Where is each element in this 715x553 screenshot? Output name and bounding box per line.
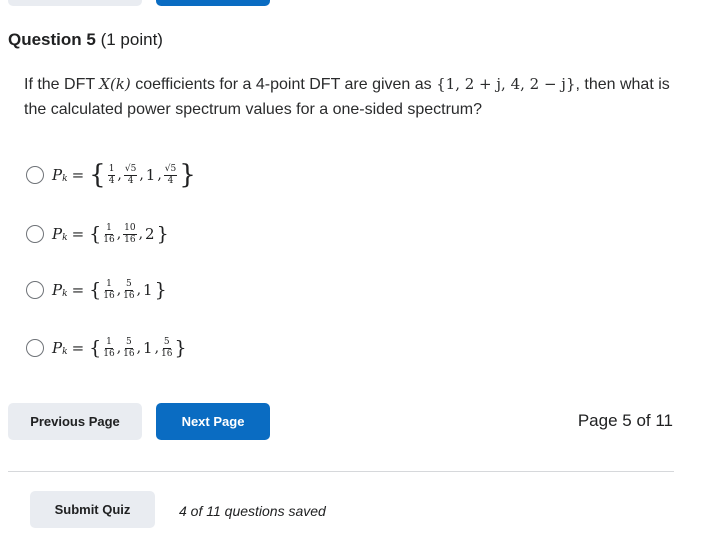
fraction-term: 5 16 [161, 336, 173, 359]
term-separator: , [154, 340, 160, 356]
fraction-numerator: √5 [123, 163, 138, 176]
answer-formula: Pk ={1 16, 5 16, 1, 5 16} [52, 337, 188, 359]
term-separator: , [116, 282, 122, 298]
fraction-numerator: 10 [123, 222, 137, 235]
fraction-denominator: 16 [124, 234, 136, 245]
question-text: If the DFT X(k) coefficients for a 4-poi… [24, 72, 684, 122]
fraction-term: 5 16 [123, 336, 135, 359]
question-set: {1, 2 + j, 4, 2 − j} [436, 75, 576, 93]
close-brace: } [156, 223, 169, 245]
open-brace: { [89, 223, 102, 245]
previous-page-button[interactable]: Previous Page [8, 403, 142, 440]
formula-equals: = [71, 281, 85, 299]
top-previous-button-partial[interactable] [8, 0, 142, 6]
answer-formula: Pk ={1 16, 5 16, 1} [52, 279, 168, 301]
term-separator: , [116, 226, 122, 242]
whole-term: 1 [143, 339, 153, 357]
radio-button[interactable] [26, 225, 44, 243]
formula-equals: = [71, 166, 85, 184]
whole-term: 2 [145, 225, 155, 243]
answer-formula: Pk ={1 4, √5 4, 1, √5 4} [52, 160, 197, 190]
submit-quiz-button[interactable]: Submit Quiz [30, 491, 155, 528]
open-brace: { [89, 337, 102, 359]
open-brace: { [89, 279, 102, 301]
fraction-term: √5 4 [123, 163, 138, 186]
radio-button[interactable] [26, 166, 44, 184]
fraction-numerator: 1 [105, 336, 113, 349]
formula-subscript: k [62, 174, 68, 184]
question-number: Question 5 [8, 30, 96, 49]
radio-button[interactable] [26, 281, 44, 299]
formula-equals: = [71, 339, 85, 357]
fraction-numerator: 1 [105, 278, 113, 291]
whole-term: 1 [145, 166, 156, 184]
term-separator: , [136, 340, 142, 356]
open-brace: { [89, 160, 106, 190]
fraction-denominator: 16 [103, 348, 115, 359]
answer-option-2[interactable]: Pk ={1 16, 10 16, 2} [26, 223, 170, 245]
question-symbol: X(k) [99, 75, 131, 93]
fraction-denominator: 16 [161, 348, 173, 359]
fraction-numerator: 5 [162, 336, 171, 349]
term-separator: , [117, 167, 122, 183]
answer-formula: Pk ={1 16, 10 16, 2} [52, 223, 170, 245]
question-text-before: If the DFT [24, 76, 100, 93]
question-points: (1 point) [100, 30, 163, 49]
term-separator: , [139, 167, 144, 183]
formula-symbol: P [52, 166, 63, 184]
saved-status: 4 of 11 questions saved [179, 503, 326, 519]
formula-subscript: k [62, 289, 68, 299]
fraction-term: 1 16 [103, 278, 115, 301]
fraction-numerator: 1 [105, 222, 113, 235]
close-brace: } [174, 337, 187, 359]
fraction-numerator: 5 [125, 336, 133, 349]
divider [8, 471, 674, 472]
formula-symbol: P [52, 225, 63, 243]
fraction-term: √5 4 [163, 163, 178, 186]
page-indicator: Page 5 of 11 [577, 411, 673, 430]
fraction-denominator: 4 [127, 175, 134, 186]
term-separator: , [136, 282, 142, 298]
formula-symbol: P [52, 281, 63, 299]
next-page-button[interactable]: Next Page [156, 403, 270, 440]
fraction-term: 1 16 [103, 222, 115, 245]
fraction-denominator: 16 [123, 290, 135, 301]
fraction-denominator: 16 [123, 348, 135, 359]
term-separator: , [138, 226, 144, 242]
close-brace: } [154, 279, 167, 301]
close-brace: } [179, 160, 196, 190]
fraction-denominator: 4 [108, 175, 115, 186]
fraction-numerator: 1 [107, 163, 116, 176]
top-next-button-partial[interactable] [156, 0, 270, 6]
formula-subscript: k [62, 233, 68, 243]
fraction-numerator: √5 [163, 163, 178, 176]
fraction-term: 1 16 [103, 336, 115, 359]
answer-option-1[interactable]: Pk ={1 4, √5 4, 1, √5 4} [26, 160, 197, 190]
answer-option-3[interactable]: Pk ={1 16, 5 16, 1} [26, 279, 168, 301]
fraction-term: 5 16 [123, 278, 135, 301]
fraction-term: 10 16 [123, 222, 137, 245]
fraction-denominator: 16 [103, 234, 115, 245]
question-text-mid: coefficients for a 4-point DFT are given… [130, 76, 437, 93]
fraction-term: 14 [107, 163, 116, 186]
term-separator: , [157, 167, 162, 183]
question-header: Question 5 (1 point) [8, 30, 163, 50]
fraction-numerator: 5 [125, 278, 133, 291]
term-separator: , [116, 340, 122, 356]
fraction-denominator: 16 [103, 290, 115, 301]
answer-option-4[interactable]: Pk ={1 16, 5 16, 1, 5 16} [26, 337, 188, 359]
formula-equals: = [71, 225, 85, 243]
formula-subscript: k [62, 347, 68, 357]
formula-symbol: P [52, 339, 63, 357]
whole-term: 1 [143, 281, 153, 299]
radio-button[interactable] [26, 339, 44, 357]
fraction-denominator: 4 [167, 175, 174, 186]
